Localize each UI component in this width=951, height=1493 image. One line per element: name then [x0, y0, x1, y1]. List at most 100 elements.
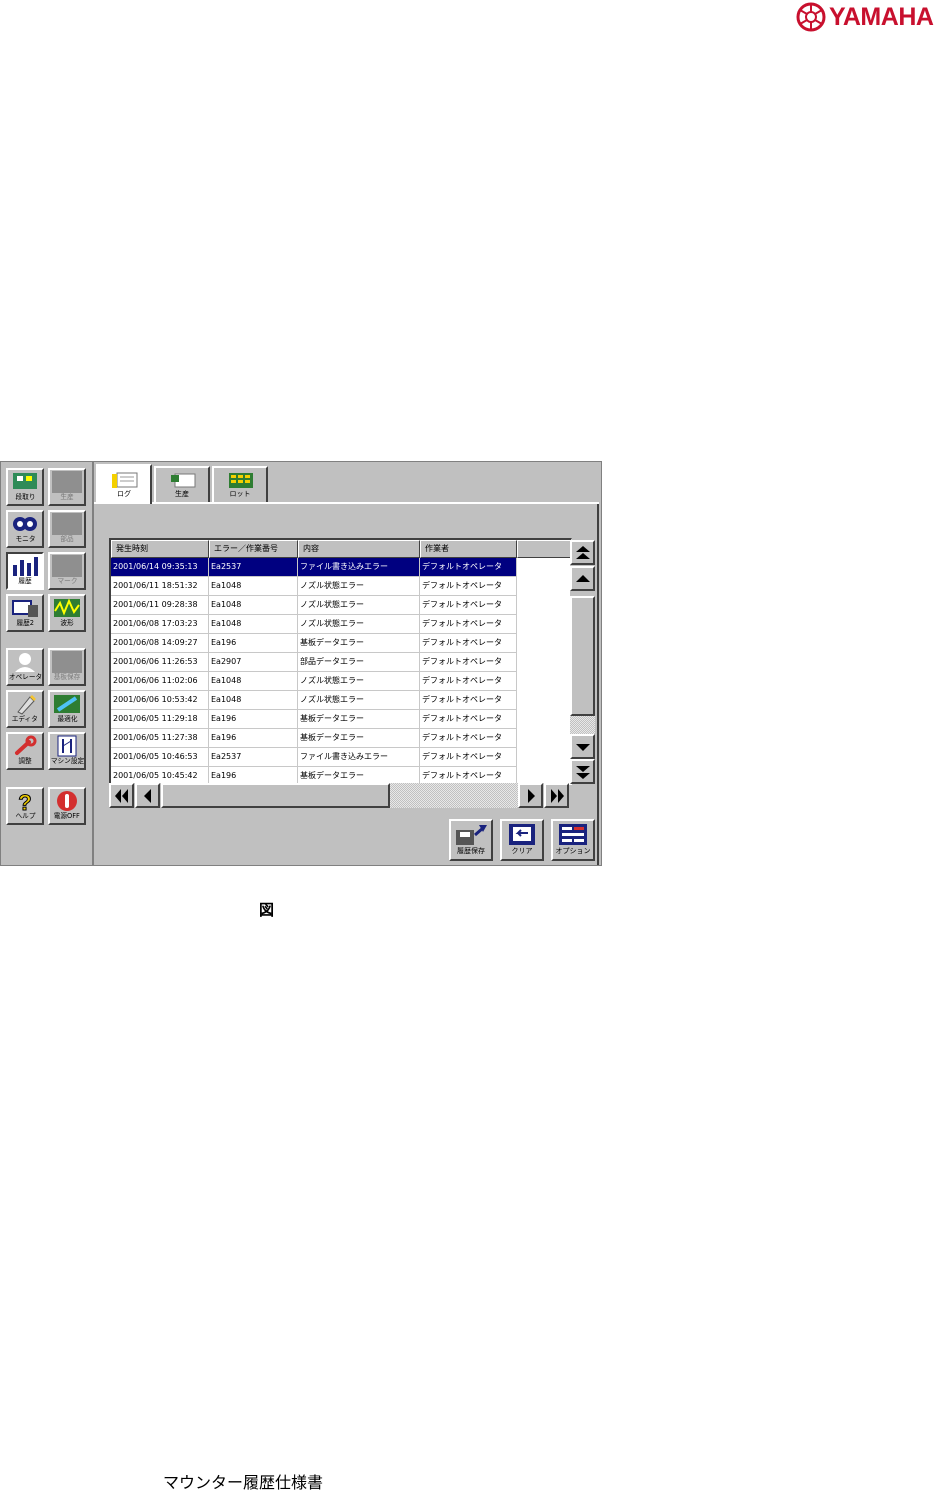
- column-header-content[interactable]: 内容: [298, 540, 420, 558]
- production-tab-icon: [171, 473, 196, 488]
- right-arrow-icon: [527, 788, 535, 803]
- tab-lot[interactable]: ロット: [212, 466, 268, 502]
- table-row[interactable]: 2001/06/06 11:26:53 Ea2907 部品データエラー デフォルトオペ…: [111, 653, 517, 672]
- cell-error-number: Ea1048: [209, 672, 298, 691]
- clear-button[interactable]: クリア: [500, 819, 544, 861]
- nav-setup-button[interactable]: 段取り: [6, 468, 44, 506]
- cell-operator: デフォルトオペレータ: [420, 558, 517, 577]
- cell-error-number: Ea2537: [209, 748, 298, 767]
- vertical-scrollbar[interactable]: [570, 540, 595, 784]
- nav-power-off-button[interactable]: 電源OFF: [48, 787, 86, 825]
- tab-log[interactable]: ログ: [96, 464, 152, 504]
- editor-icon: [17, 695, 36, 715]
- horizontal-scrollbar[interactable]: [109, 783, 569, 808]
- table-row[interactable]: 2001/06/11 09:28:38 Ea1048 ノズル状態エラー デフォルトオペ…: [111, 596, 517, 615]
- cell-error-number: Ea196: [209, 634, 298, 653]
- table-row[interactable]: 2001/06/14 09:35:13 Ea2537 ファイル書き込みエラー デフォル…: [111, 558, 517, 577]
- monitor-icon: [13, 517, 37, 531]
- nav-history2-button[interactable]: 履歴2: [6, 594, 44, 632]
- table-row[interactable]: 2001/06/05 11:29:18 Ea196 基板データエラー デフォルトオペレ…: [111, 710, 517, 729]
- nav-production-button[interactable]: 生産: [48, 468, 86, 506]
- nav-monitor-button[interactable]: モニタ: [6, 510, 44, 548]
- double-up-arrow-icon: [575, 545, 590, 559]
- column-header-operator[interactable]: 作業者: [420, 540, 517, 558]
- mark-icon: [52, 555, 82, 577]
- cell-time: 2001/06/06 10:53:42: [111, 691, 209, 710]
- cell-operator: デフォルトオペレータ: [420, 634, 517, 653]
- power-icon: [57, 791, 77, 811]
- nav-parts-button[interactable]: 部品: [48, 510, 86, 548]
- cell-content: ノズル状態エラー: [298, 672, 420, 691]
- options-icon: [559, 824, 587, 845]
- nav-board-save-button[interactable]: 基板保存: [48, 648, 86, 686]
- table-row[interactable]: 2001/06/08 14:09:27 Ea196 基板データエラー デフォルトオペレ…: [111, 634, 517, 653]
- cell-time: 2001/06/08 17:03:23: [111, 615, 209, 634]
- cell-operator: デフォルトオペレータ: [420, 577, 517, 596]
- nav-history-button[interactable]: 履歴: [6, 552, 44, 590]
- nav-optimize-button[interactable]: 最適化: [48, 690, 86, 728]
- column-header-error-number[interactable]: エラー／作業番号: [209, 540, 298, 558]
- cell-content: ファイル書き込みエラー: [298, 558, 420, 577]
- cell-operator: デフォルトオペレータ: [420, 653, 517, 672]
- nav-operator-button[interactable]: オペレータ: [6, 648, 44, 686]
- scroll-leftmost-button[interactable]: [109, 783, 134, 808]
- double-right-arrow-icon: [550, 788, 564, 803]
- table-row[interactable]: 2001/06/05 10:46:53 Ea2537 ファイル書き込みエラー デフォル…: [111, 748, 517, 767]
- yamaha-emblem-icon: [796, 2, 826, 32]
- cell-content: ノズル状態エラー: [298, 577, 420, 596]
- scroll-bottom-button[interactable]: [570, 759, 595, 784]
- table-row[interactable]: 2001/06/06 10:53:42 Ea1048 ノズル状態エラー デフォルトオペ…: [111, 691, 517, 710]
- horizontal-scroll-thumb[interactable]: [161, 783, 390, 808]
- scroll-right-button[interactable]: [518, 783, 543, 808]
- cell-content: ファイル書き込みエラー: [298, 748, 420, 767]
- nav-mark-button[interactable]: マーク: [48, 552, 86, 590]
- cell-time: 2001/06/14 09:35:13: [111, 558, 209, 577]
- scroll-left-button[interactable]: [135, 783, 160, 808]
- table-row[interactable]: 2001/06/08 17:03:23 Ea1048 ノズル状態エラー デフォルトオペ…: [111, 615, 517, 634]
- save-history-icon: [456, 825, 487, 845]
- cell-time: 2001/06/06 11:26:53: [111, 653, 209, 672]
- cell-content: 基板データエラー: [298, 710, 420, 729]
- cell-error-number: Ea1048: [209, 577, 298, 596]
- cell-error-number: Ea1048: [209, 691, 298, 710]
- nav-editor-button[interactable]: エディタ: [6, 690, 44, 728]
- nav-machine-settings-button[interactable]: マシン設定: [48, 732, 86, 770]
- vertical-scroll-track[interactable]: [570, 716, 595, 734]
- parts-icon: [52, 513, 82, 535]
- cell-time: 2001/06/08 14:09:27: [111, 634, 209, 653]
- nav-help-button[interactable]: ? ヘルプ: [6, 787, 44, 825]
- cell-error-number: Ea1048: [209, 615, 298, 634]
- nav-adjust-button[interactable]: 調整: [6, 732, 44, 770]
- cell-content: 基板データエラー: [298, 634, 420, 653]
- cell-operator: デフォルトオペレータ: [420, 596, 517, 615]
- horizontal-scroll-track[interactable]: [390, 783, 518, 808]
- table-row[interactable]: 2001/06/05 11:27:38 Ea196 基板データエラー デフォルトオペレ…: [111, 729, 517, 748]
- tab-production[interactable]: 生産: [154, 466, 210, 502]
- scroll-top-button[interactable]: [570, 540, 595, 565]
- cell-content: ノズル状態エラー: [298, 691, 420, 710]
- log-list[interactable]: 発生時刻 エラー／作業番号 内容 作業者 2001/06/14 09:35:13…: [109, 538, 572, 785]
- options-button[interactable]: オプション: [551, 819, 595, 861]
- figure-caption: 図: [259, 901, 275, 919]
- clear-icon: [509, 824, 535, 845]
- table-row[interactable]: 2001/06/11 18:51:32 Ea1048 ノズル状態エラー デフォルトオペ…: [111, 577, 517, 596]
- setup-icon: [13, 473, 37, 489]
- cell-error-number: Ea196: [209, 710, 298, 729]
- scroll-down-button[interactable]: [570, 734, 595, 759]
- nav-waveform-button[interactable]: 波形: [48, 594, 86, 632]
- cell-time: 2001/06/11 09:28:38: [111, 596, 209, 615]
- cell-operator: デフォルトオペレータ: [420, 691, 517, 710]
- column-header-blank: [517, 540, 571, 558]
- scroll-up-button[interactable]: [570, 566, 595, 591]
- history-icon: [13, 557, 38, 576]
- table-row[interactable]: 2001/06/06 11:02:06 Ea1048 ノズル状態エラー デフォルトオペ…: [111, 672, 517, 691]
- double-left-arrow-icon: [114, 788, 128, 803]
- column-header-time[interactable]: 発生時刻: [111, 540, 209, 558]
- scroll-rightmost-button[interactable]: [544, 783, 569, 808]
- optimize-icon: [54, 695, 80, 713]
- save-history-button[interactable]: 履歴保存: [449, 819, 493, 861]
- vertical-scroll-thumb[interactable]: [570, 596, 595, 716]
- cell-operator: デフォルトオペレータ: [420, 729, 517, 748]
- cell-error-number: Ea2907: [209, 653, 298, 672]
- cell-error-number: Ea1048: [209, 596, 298, 615]
